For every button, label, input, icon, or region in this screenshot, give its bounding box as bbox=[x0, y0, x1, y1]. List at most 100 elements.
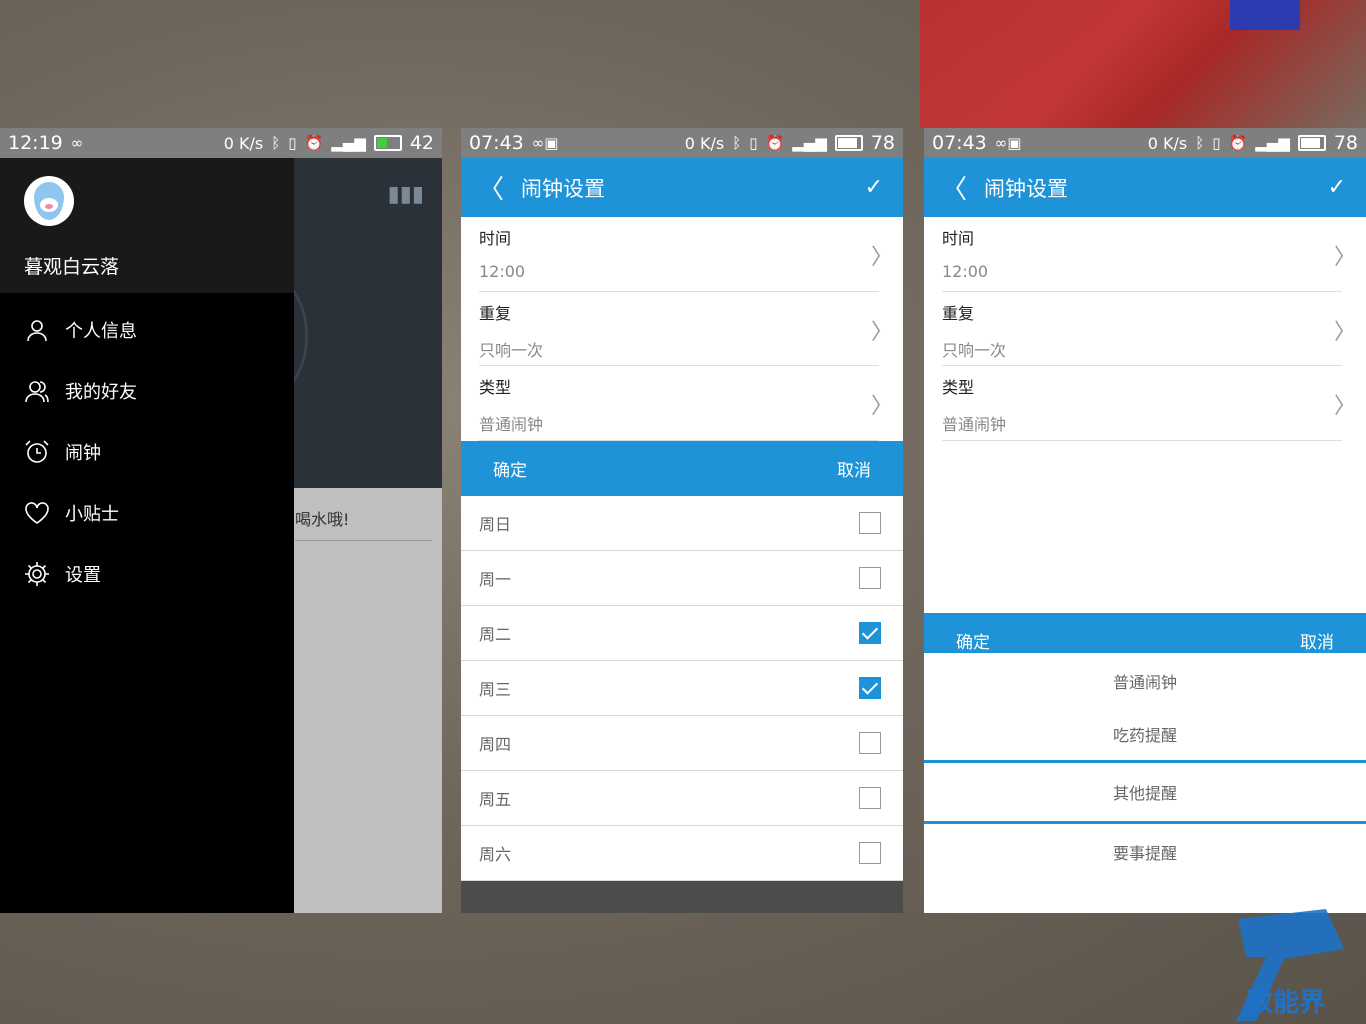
row-value: 只响一次 bbox=[479, 340, 544, 360]
app-bar: 〈 闹钟设置 ✓ bbox=[461, 158, 903, 217]
row-value: 12:00 bbox=[479, 262, 526, 281]
day-label: 周一 bbox=[479, 570, 512, 589]
status-bar: 12:19 ∞ 0 K/s ᛒ ▯ ⏰ ▂▄▆ 42 bbox=[0, 128, 442, 158]
day-option[interactable]: 周五 bbox=[461, 771, 903, 826]
battery-level: 78 bbox=[1333, 132, 1358, 154]
background-cube-blue bbox=[1230, 0, 1300, 30]
row-value: 只响一次 bbox=[942, 340, 1007, 360]
bluetooth-icon: ᛒ bbox=[732, 134, 742, 152]
alarm-icon bbox=[24, 439, 50, 465]
checkbox-checked[interactable] bbox=[859, 677, 881, 699]
day-option[interactable]: 周三 bbox=[461, 661, 903, 716]
confirm-button[interactable]: 确定 bbox=[493, 456, 527, 481]
gear-icon bbox=[24, 561, 50, 587]
day-option[interactable]: 周四 bbox=[461, 716, 903, 771]
row-label: 重复 bbox=[479, 303, 512, 323]
menu-label: 小贴士 bbox=[65, 503, 119, 525]
picker-option-selected[interactable]: 其他提醒 bbox=[924, 763, 1366, 821]
alarm-status-icon: ⏰ bbox=[1228, 134, 1248, 152]
person-icon bbox=[24, 317, 50, 343]
day-option[interactable]: 周二 bbox=[461, 606, 903, 661]
infinity-icon: ∞ bbox=[70, 134, 84, 152]
back-icon[interactable]: 〈 bbox=[461, 169, 521, 206]
day-list: 周日周一周二 周三周四周五周六 bbox=[461, 496, 903, 881]
infinity-icon: ∞ bbox=[994, 134, 1008, 152]
battery-icon bbox=[373, 135, 402, 151]
chevron-right-icon: 〉 bbox=[1333, 319, 1356, 345]
chart-icon[interactable]: ▮▮▮ bbox=[388, 182, 424, 207]
signal-icon: ▂▄▆ bbox=[331, 134, 366, 152]
status-bar: 07:43 ∞ ▣ 0 K/s ᛒ ▯ ⏰ ▂▄▆ 78 bbox=[461, 128, 903, 158]
alarm-status-icon: ⏰ bbox=[304, 134, 324, 152]
picker-option[interactable]: 普通闹钟 bbox=[924, 653, 1366, 708]
confirm-button[interactable]: 确定 bbox=[956, 628, 990, 653]
time-row[interactable]: 时间 12:00 〉 bbox=[942, 217, 1356, 292]
type-row[interactable]: 类型 普通闹钟 〉 bbox=[479, 366, 893, 441]
network-speed: 0 K/s bbox=[684, 133, 725, 153]
page-title: 闹钟设置 bbox=[521, 176, 605, 201]
dialog-action-bar: 确定 取消 bbox=[461, 441, 903, 496]
checkbox[interactable] bbox=[859, 842, 881, 864]
infinity-icon: ∞ bbox=[531, 134, 545, 152]
row-label: 时间 bbox=[942, 229, 975, 248]
menu-item-friends[interactable]: 我的好友 bbox=[0, 360, 294, 421]
checkbox[interactable] bbox=[859, 787, 881, 809]
app-bar: 〈 闹钟设置 ✓ bbox=[924, 158, 1366, 217]
day-option[interactable]: 周一 bbox=[461, 551, 903, 606]
type-picker: 普通闹钟 吃药提醒 其他提醒 要事提醒 bbox=[924, 653, 1366, 879]
heart-icon bbox=[24, 500, 50, 526]
checkbox[interactable] bbox=[859, 567, 881, 589]
menu-label: 闹钟 bbox=[65, 442, 101, 464]
menu-label: 设置 bbox=[65, 564, 101, 586]
vibrate-icon: ▯ bbox=[749, 134, 758, 152]
repeat-row[interactable]: 重复 只响一次 〉 bbox=[479, 292, 893, 366]
row-label: 类型 bbox=[479, 378, 512, 397]
status-time: 07:43 bbox=[932, 132, 987, 154]
menu-item-tips[interactable]: 小贴士 bbox=[0, 482, 294, 543]
confirm-check-icon[interactable]: ✓ bbox=[865, 175, 883, 200]
battery-level: 42 bbox=[409, 132, 434, 154]
reminder-text: 喝水哦! bbox=[295, 510, 350, 529]
day-label: 周四 bbox=[479, 735, 512, 754]
row-value: 普通闹钟 bbox=[479, 415, 544, 434]
checkbox[interactable] bbox=[859, 732, 881, 754]
row-label: 时间 bbox=[479, 229, 512, 248]
confirm-check-icon[interactable]: ✓ bbox=[1328, 175, 1346, 200]
chevron-right-icon: 〉 bbox=[870, 394, 893, 419]
day-option[interactable]: 周日 bbox=[461, 496, 903, 551]
time-row[interactable]: 时间 12:00 〉 bbox=[479, 217, 893, 292]
status-time: 12:19 bbox=[8, 132, 63, 154]
cancel-button[interactable]: 取消 bbox=[1300, 628, 1334, 653]
signal-icon: ▂▄▆ bbox=[792, 134, 827, 152]
checkbox[interactable] bbox=[859, 512, 881, 534]
network-speed: 0 K/s bbox=[1147, 133, 1188, 153]
type-row[interactable]: 类型 普通闹钟 〉 bbox=[942, 366, 1356, 441]
drawer-menu: 个人信息 我的好友 闹钟 小贴士 设置 bbox=[0, 293, 294, 604]
picker-option[interactable]: 要事提醒 bbox=[924, 824, 1366, 879]
row-label: 类型 bbox=[942, 378, 975, 397]
phone-drawer-screen: 12:19 ∞ 0 K/s ᛒ ▯ ⏰ ▂▄▆ 42 ▮▮▮ 喝水哦! 暮观白云… bbox=[0, 128, 442, 913]
alarm-status-icon: ⏰ bbox=[765, 134, 785, 152]
battery-level: 78 bbox=[870, 132, 895, 154]
watermark-text: 致能界 bbox=[1247, 987, 1325, 1018]
username: 暮观白云落 bbox=[24, 256, 120, 278]
repeat-row[interactable]: 重复 只响一次 〉 bbox=[942, 292, 1356, 366]
menu-item-settings[interactable]: 设置 bbox=[0, 543, 294, 604]
phone-type-picker-screen: 07:43 ∞ ▣ 0 K/s ᛒ ▯ ⏰ ▂▄▆ 78 〈 闹钟设置 ✓ 时间… bbox=[924, 128, 1366, 913]
day-option[interactable]: 周六 bbox=[461, 826, 903, 881]
menu-item-profile[interactable]: 个人信息 bbox=[0, 299, 294, 360]
back-icon[interactable]: 〈 bbox=[924, 169, 984, 206]
battery-icon bbox=[1297, 135, 1326, 151]
day-label: 周五 bbox=[479, 790, 512, 809]
checkbox-checked[interactable] bbox=[859, 622, 881, 644]
navigation-drawer: 暮观白云落 个人信息 我的好友 闹钟 小贴士 设置 bbox=[0, 158, 294, 913]
row-value: 12:00 bbox=[942, 262, 989, 281]
alarm-form: 时间 12:00 〉 重复 只响一次 〉 类型 普通闹钟 〉 bbox=[924, 217, 1366, 441]
status-time: 07:43 bbox=[469, 132, 524, 154]
picker-option[interactable]: 吃药提醒 bbox=[924, 708, 1366, 760]
bluetooth-icon: ᛒ bbox=[271, 134, 281, 152]
menu-item-alarm[interactable]: 闹钟 bbox=[0, 421, 294, 482]
avatar[interactable] bbox=[24, 176, 74, 226]
network-speed: 0 K/s bbox=[223, 133, 264, 153]
cancel-button[interactable]: 取消 bbox=[837, 456, 871, 481]
